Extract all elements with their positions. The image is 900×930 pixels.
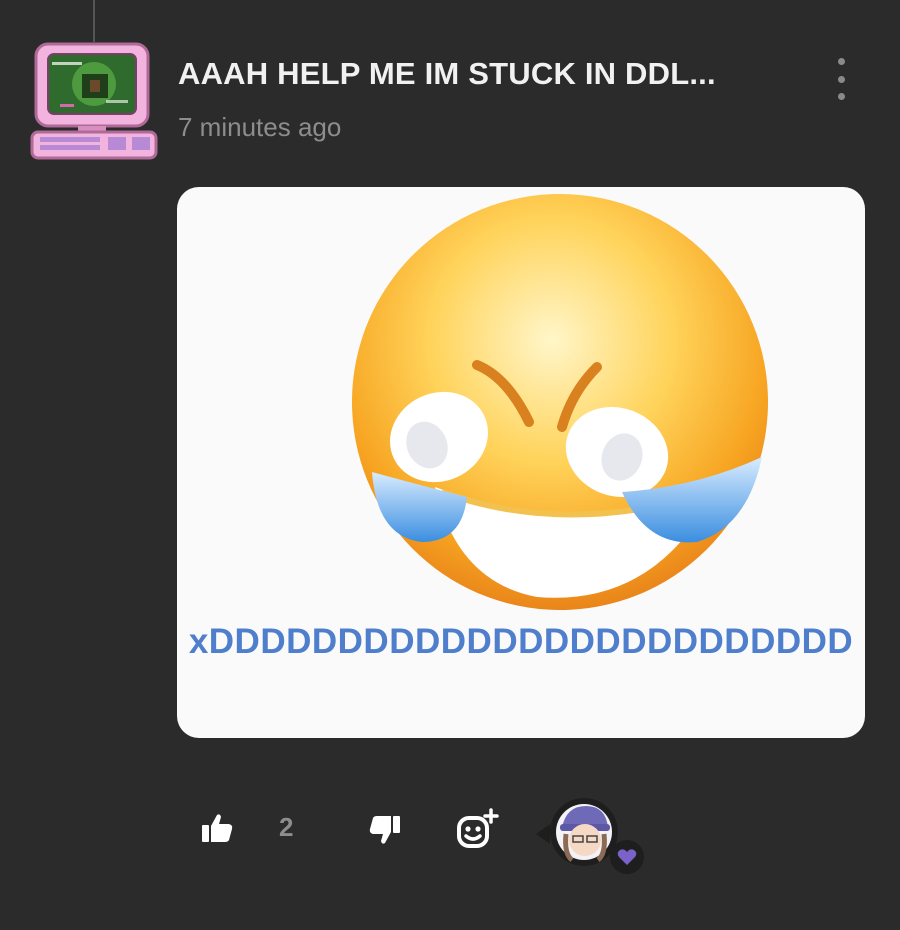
thread-line [93, 0, 95, 42]
thumbs-up-icon [202, 814, 233, 842]
thumbs-down-icon [369, 816, 400, 844]
post-actions-bar: 2 [0, 790, 900, 880]
reactor-heart-badge [610, 840, 644, 874]
meme-caption-text: xDDDDDDDDDDDDDDDDDDDDDDDDD [188, 622, 854, 661]
post-title[interactable]: AAAH HELP ME IM STUCK IN DDL... [178, 56, 788, 92]
computer-avatar-icon [30, 42, 158, 160]
dislike-button[interactable] [368, 814, 402, 851]
more-options-button[interactable] [825, 58, 857, 100]
author-avatar[interactable] [30, 40, 160, 162]
reactor-avatar[interactable] [536, 794, 644, 874]
add-reaction-button[interactable] [455, 808, 499, 855]
post-timestamp: 7 minutes ago [178, 112, 342, 142]
like-count: 2 [279, 812, 294, 842]
add-reaction-icon [457, 808, 499, 848]
heart-icon [617, 849, 637, 865]
like-button[interactable] [200, 812, 234, 849]
more-vertical-icon [837, 58, 845, 65]
